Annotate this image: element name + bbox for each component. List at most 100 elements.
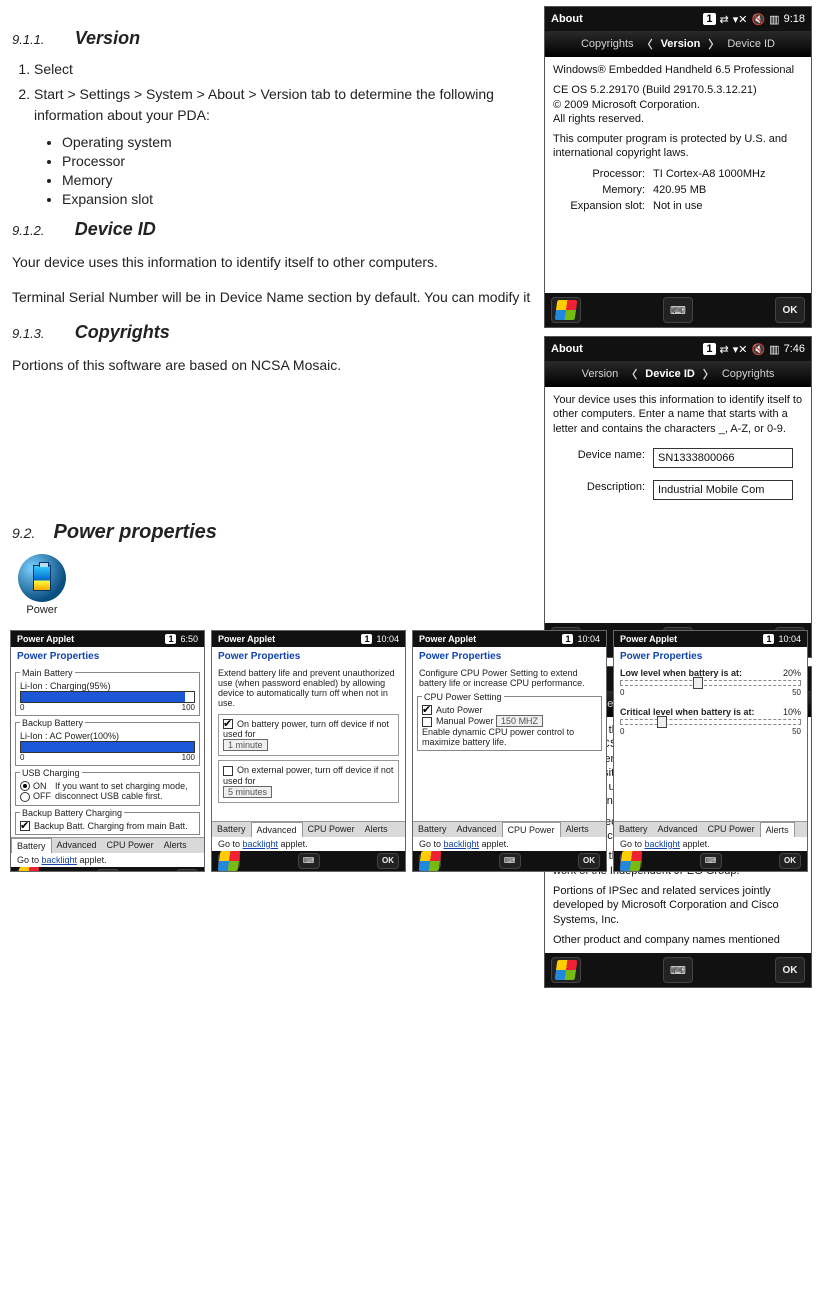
tab-cpupower[interactable]: CPU Power [703,822,760,837]
legend-bkc: Backup Battery Charging [20,808,124,818]
start-button[interactable] [419,853,441,869]
tab-alerts[interactable]: Alerts [561,822,594,837]
ok-button[interactable]: OK [779,853,801,869]
link-backlight[interactable]: backlight [243,839,279,849]
heading-version: 9.1.1. Version [12,28,540,49]
heading-power: 9.2. Power properties [12,521,540,544]
dropdown-mhz[interactable]: 150 MHZ [496,715,543,727]
tab-battery[interactable]: Battery [614,822,653,837]
link-backlight[interactable]: backlight [444,839,480,849]
keyboard-button[interactable]: ⌨ [499,853,521,869]
start-button[interactable] [551,957,581,983]
link-backlight[interactable]: backlight [645,839,681,849]
chevron-left-icon[interactable]: 〈 [642,36,653,52]
ok-button[interactable]: OK [775,297,805,323]
chevron-right-icon[interactable]: 〉 [703,366,714,382]
scale-high: 100 [182,753,195,762]
screenshot-deviceid: About 1 ⇄ ▾✕ 🔇 ▥ 7:46 Version 〈 Device I… [544,336,812,658]
heading-deviceid: 9.1.2. Device ID [12,219,540,240]
dropdown-battery-timeout[interactable]: 1 minute [223,739,268,751]
tab-advanced[interactable]: Advanced [251,822,303,837]
ok-button[interactable]: OK [377,853,399,869]
panel-header: Power Properties [212,647,405,666]
tab-cpupower[interactable]: CPU Power [303,822,360,837]
label-usb-on: ON [33,781,47,791]
keyboard-button[interactable]: ⌨ [663,957,693,983]
tab-battery[interactable]: Battery [413,822,452,837]
chevron-right-icon[interactable]: 〉 [708,36,719,52]
clock: 10:04 [778,634,801,644]
tab-right[interactable]: Copyrights [714,368,783,380]
tab-alerts[interactable]: Alerts [159,838,192,853]
radio-usb-on[interactable] [20,781,30,791]
check-manual-power[interactable] [422,717,432,727]
status-number: 1 [165,634,176,644]
heading-number: 9.1.1. [12,32,45,47]
tab-cpupower[interactable]: CPU Power [502,822,561,837]
label-auto-power: Auto Power [436,705,483,715]
windows-flag-icon [555,300,578,320]
tab-right[interactable]: Device ID [719,38,783,50]
screenshot-version: About 1 ⇄ ▾✕ 🔇 ▥ 9:18 Copyrights 〈 Versi… [544,6,812,328]
chevron-left-icon[interactable]: 〈 [626,366,637,382]
label-manual-power: Manual Power [436,716,494,726]
usb-note: If you want to set charging mode, discon… [55,781,195,802]
tab-battery[interactable]: Battery [11,838,52,853]
slider-critical[interactable] [620,719,801,725]
window-title: Power Applet [419,634,476,644]
keyboard-button[interactable]: ⌨ [663,297,693,323]
label-external-off: On external power, turn off device if no… [223,765,393,786]
slider-low[interactable] [620,680,801,686]
tab-advanced[interactable]: Advanced [452,822,502,837]
keyboard-button[interactable]: ⌨ [97,869,119,871]
input-devname[interactable]: SN1333800066 [653,448,793,468]
label-battery-off: On battery power, turn off device if not… [223,719,389,740]
scale-high: 100 [182,703,195,712]
ok-button[interactable]: OK [775,957,805,983]
tabs-row[interactable]: Battery Advanced CPU Power Alerts [11,837,204,853]
tab-advanced[interactable]: Advanced [653,822,703,837]
tab-strip[interactable]: Version 〈 Device ID 〉 Copyrights [545,361,811,387]
start-button[interactable] [218,853,240,869]
dropdown-external-timeout[interactable]: 5 minutes [223,786,272,798]
label-bkcharge: Backup Batt. Charging from main Batt. [34,821,188,831]
input-description[interactable]: Industrial Mobile Com [653,480,793,500]
keyboard-button[interactable]: ⌨ [700,853,722,869]
tab-battery[interactable]: Battery [212,822,251,837]
start-button[interactable] [551,297,581,323]
tab-advanced[interactable]: Advanced [52,838,102,853]
tab-left[interactable]: Version [574,368,627,380]
tab-cpupower[interactable]: CPU Power [102,838,159,853]
check-external-off[interactable] [223,766,233,776]
keyboard-button[interactable]: ⌨ [298,853,320,869]
link-backlight[interactable]: backlight [42,855,78,865]
tab-alerts[interactable]: Alerts [360,822,393,837]
label-critical: Critical level when battery is at: [620,707,755,717]
protect-line: This computer program is protected by U.… [553,132,803,161]
tab-alerts[interactable]: Alerts [760,822,795,837]
step-2: Start > Settings > System > About > Vers… [34,84,540,126]
version-info-list: Operating system Processor Memory Expans… [12,134,540,207]
label-description: Description: [553,480,653,500]
backup-batt-text: Li-Ion : AC Power(100%) [20,731,195,741]
heading-number: 9.1.2. [12,223,45,238]
power-icon[interactable]: Power [12,554,72,616]
ok-button[interactable]: OK [176,869,198,871]
check-bkcharge[interactable] [20,821,30,831]
value-low: 20% [783,668,801,678]
status-number: 1 [763,634,774,644]
ok-button[interactable]: OK [578,853,600,869]
start-button[interactable] [17,869,39,871]
label-slot: Expansion slot: [553,199,653,213]
tab-strip[interactable]: Copyrights 〈 Version 〉 Device ID [545,31,811,57]
start-button[interactable] [620,853,642,869]
radio-usb-off[interactable] [20,792,30,802]
heading-title: Copyrights [75,322,170,342]
check-auto-power[interactable] [422,705,432,715]
check-battery-off[interactable] [223,719,233,729]
keyboard-icon: ⌨ [670,964,686,977]
value-memory: 420.95 MB [653,183,706,197]
heading-title: Version [75,28,140,48]
bullet-os: Operating system [62,134,540,150]
tab-left[interactable]: Copyrights [573,38,642,50]
